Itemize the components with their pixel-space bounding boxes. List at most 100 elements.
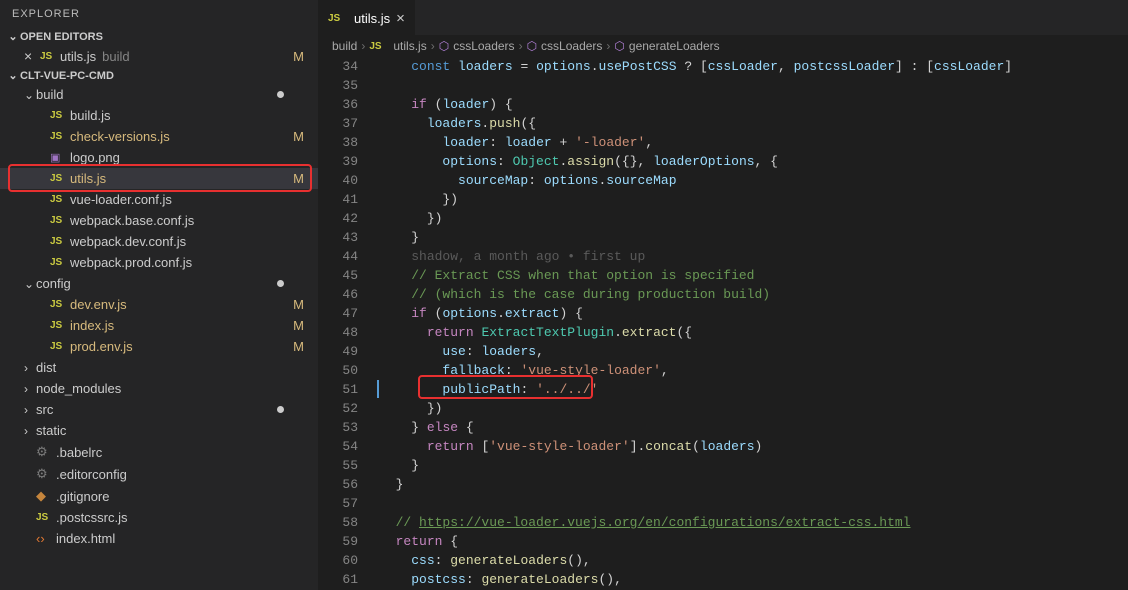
project-header[interactable]: ⌄ CLT-VUE-PC-CMD xyxy=(0,67,318,84)
item-label: index.html xyxy=(56,531,115,546)
modified-dot xyxy=(277,91,284,98)
item-label: src xyxy=(36,402,53,417)
code-line[interactable]: }) xyxy=(380,190,1128,209)
item-label: utils.js xyxy=(70,171,106,186)
JS-file-icon: JS xyxy=(50,215,70,226)
open-editors-label: OPEN EDITORS xyxy=(20,31,103,43)
code-line[interactable]: use: loaders, xyxy=(380,342,1128,361)
item-label: .gitignore xyxy=(56,489,109,504)
file-item[interactable]: JSdev.env.js M xyxy=(0,294,318,315)
item-label: static xyxy=(36,423,66,438)
file-item[interactable]: JSwebpack.base.conf.js xyxy=(0,210,318,231)
breadcrumb-segment[interactable]: generateLoaders xyxy=(629,39,720,53)
code-line[interactable]: if (loader) { xyxy=(380,95,1128,114)
tab-label: utils.js xyxy=(354,11,390,26)
code-line[interactable]: loader: loader + '-loader', xyxy=(380,133,1128,152)
code-line[interactable]: } xyxy=(380,228,1128,247)
file-item[interactable]: ⚙.babelrc xyxy=(0,441,318,463)
code-content[interactable]: const loaders = options.usePostCSS ? [cs… xyxy=(380,57,1128,590)
tab-utils-js[interactable]: JS utils.js × xyxy=(318,0,415,35)
file-item[interactable]: ‹›index.html xyxy=(0,528,318,549)
code-line[interactable]: } xyxy=(380,456,1128,475)
chevron-right-icon: › xyxy=(24,403,36,417)
open-editor-item[interactable]: × JS utils.js build M xyxy=(0,45,318,67)
chevron-right-icon: › xyxy=(24,424,36,438)
line-number: 46 xyxy=(318,285,358,304)
item-label: index.js xyxy=(70,318,114,333)
folder-item[interactable]: ›src xyxy=(0,399,318,420)
code-line[interactable] xyxy=(380,76,1128,95)
folder-item[interactable]: ›dist xyxy=(0,357,318,378)
line-number: 35 xyxy=(318,76,358,95)
gear-file-icon: ⚙ xyxy=(36,466,56,482)
item-label: check-versions.js xyxy=(70,129,170,144)
line-number: 38 xyxy=(318,133,358,152)
modified-badge: M xyxy=(293,297,304,312)
code-line[interactable]: // https://vue-loader.vuejs.org/en/confi… xyxy=(380,513,1128,532)
file-item[interactable]: JSprod.env.js M xyxy=(0,336,318,357)
modified-dot xyxy=(277,406,284,413)
code-line[interactable]: } else { xyxy=(380,418,1128,437)
code-line[interactable]: loaders.push({ xyxy=(380,114,1128,133)
code-line[interactable]: if (options.extract) { xyxy=(380,304,1128,323)
file-item[interactable]: JSwebpack.prod.conf.js xyxy=(0,252,318,273)
breadcrumb-separator: › xyxy=(519,39,523,53)
code-line[interactable]: }) xyxy=(380,209,1128,228)
code-line[interactable]: // Extract CSS when that option is speci… xyxy=(380,266,1128,285)
folder-item[interactable]: ›static xyxy=(0,420,318,441)
file-item[interactable]: JSbuild.js xyxy=(0,105,318,126)
breadcrumb[interactable]: build ›JS utils.js ›⬡ cssLoaders ›⬡ cssL… xyxy=(318,35,1128,57)
code-line[interactable]: const loaders = options.usePostCSS ? [cs… xyxy=(380,57,1128,76)
JS-file-icon: JS xyxy=(50,131,70,142)
JS-file-icon: JS xyxy=(50,320,70,331)
code-line[interactable]: return { xyxy=(380,532,1128,551)
line-number: 50 xyxy=(318,361,358,380)
code-line[interactable]: css: generateLoaders(), xyxy=(380,551,1128,570)
modified-badge: M xyxy=(293,129,304,144)
item-label: build.js xyxy=(70,108,110,123)
breadcrumb-separator: › xyxy=(431,39,435,53)
file-item[interactable]: ⚙.editorconfig xyxy=(0,463,318,485)
breadcrumb-segment[interactable]: utils.js xyxy=(393,39,426,53)
code-line[interactable]: } xyxy=(380,475,1128,494)
close-icon[interactable]: × xyxy=(396,10,405,27)
line-number: 44 xyxy=(318,247,358,266)
file-item[interactable]: JS.postcssrc.js xyxy=(0,507,318,528)
code-line[interactable] xyxy=(380,494,1128,513)
folder-item[interactable]: ⌄config xyxy=(0,273,318,294)
line-number: 60 xyxy=(318,551,358,570)
open-editors-header[interactable]: ⌄ OPEN EDITORS xyxy=(0,28,318,45)
code-line[interactable]: postcss: generateLoaders(), xyxy=(380,570,1128,589)
breadcrumb-segment[interactable]: build xyxy=(332,39,357,53)
code-line[interactable]: sourceMap: options.sourceMap xyxy=(380,171,1128,190)
breadcrumb-segment[interactable]: cssLoaders xyxy=(541,39,602,53)
file-item[interactable]: ▣logo.png xyxy=(0,147,318,168)
highlight-annotation xyxy=(418,375,593,399)
file-item[interactable]: JSindex.js M xyxy=(0,315,318,336)
file-item[interactable]: JSwebpack.dev.conf.js xyxy=(0,231,318,252)
code-editor[interactable]: 3435363738394041424344454647484950515253… xyxy=(318,57,1128,590)
function-icon: ⬡ xyxy=(614,39,624,53)
code-line[interactable]: options: Object.assign({}, loaderOptions… xyxy=(380,152,1128,171)
file-item[interactable]: ◆.gitignore xyxy=(0,485,318,507)
JS-file-icon: JS xyxy=(50,299,70,310)
line-number: 52 xyxy=(318,399,358,418)
file-item[interactable]: JSvue-loader.conf.js xyxy=(0,189,318,210)
JS-file-icon: JS xyxy=(50,173,70,184)
project-name: CLT-VUE-PC-CMD xyxy=(20,70,114,82)
close-icon[interactable]: × xyxy=(24,48,40,64)
line-number: 56 xyxy=(318,475,358,494)
code-line[interactable]: return ExtractTextPlugin.extract({ xyxy=(380,323,1128,342)
editor-area: JS utils.js × build ›JS utils.js ›⬡ cssL… xyxy=(318,0,1128,590)
code-line[interactable]: shadow, a month ago • first up xyxy=(380,247,1128,266)
breadcrumb-segment[interactable]: cssLoaders xyxy=(453,39,514,53)
breadcrumb-separator: › xyxy=(606,39,610,53)
folder-item[interactable]: ›node_modules xyxy=(0,378,318,399)
file-item[interactable]: JSutils.js M xyxy=(0,168,318,189)
code-line[interactable]: }) xyxy=(380,399,1128,418)
code-line[interactable]: return ['vue-style-loader'].concat(loade… xyxy=(380,437,1128,456)
file-item[interactable]: JScheck-versions.js M xyxy=(0,126,318,147)
code-line[interactable]: // (which is the case during production … xyxy=(380,285,1128,304)
folder-item[interactable]: ⌄build xyxy=(0,84,318,105)
modified-badge: M xyxy=(293,49,304,64)
